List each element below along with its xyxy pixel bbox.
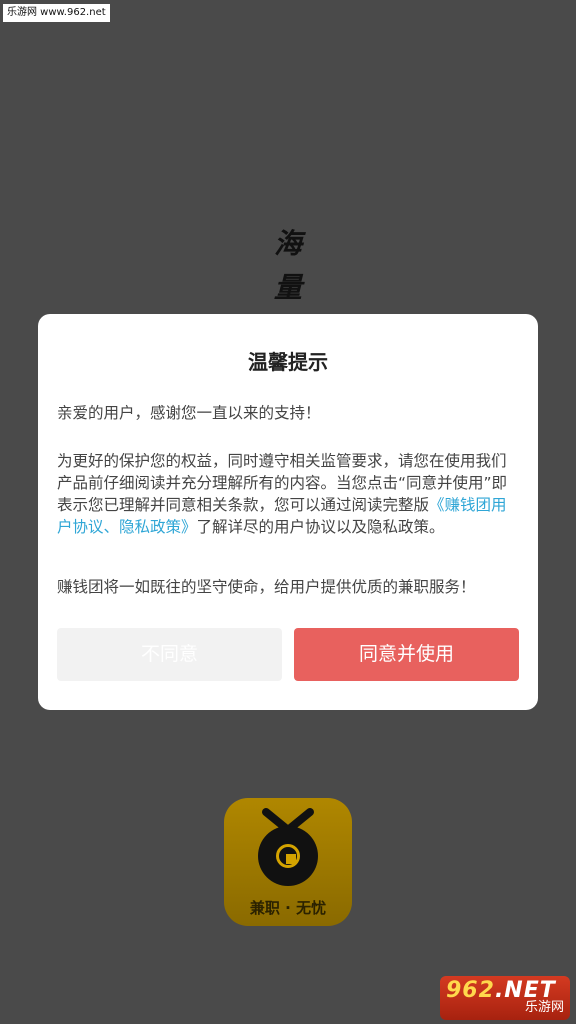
dialog-commitment: 赚钱团将一如既往的坚守使命，给用户提供优质的兼职服务！ [57,578,476,596]
logo-tagline: 兼职 · 无忧 [249,899,327,917]
dialog-title: 温馨提示 [248,350,328,374]
dialog-body-text-end: 了解详尽的用户协议以及隐私政策。 [196,518,445,536]
splash-char-1: 海 [273,227,302,260]
watermark-bottom: 962.NET 乐游网 [440,976,570,1020]
dialog-body: 为更好的保护您的权益，同时遵守相关监管要求，请您在使用我们产品前仔细阅读并充分理… [57,450,519,538]
dialog-greeting: 亲爱的用户，感谢您一直以来的支持！ [57,404,321,422]
watermark-sitename: 乐游网 [524,1000,564,1015]
watermark-top: 乐游网 www.962.net [3,4,110,22]
privacy-dialog: 温馨提示 亲爱的用户，感谢您一直以来的支持！ 为更好的保护您的权益，同时遵守相关… [38,314,538,710]
disagree-button[interactable]: 不同意 [57,628,282,681]
agree-button[interactable]: 同意并使用 [294,628,519,681]
coin-icon [258,826,318,886]
app-logo: 兼职 · 无忧 [224,798,352,926]
splash-char-2: 量 [273,271,302,304]
watermark-number: 962 [446,978,495,1003]
